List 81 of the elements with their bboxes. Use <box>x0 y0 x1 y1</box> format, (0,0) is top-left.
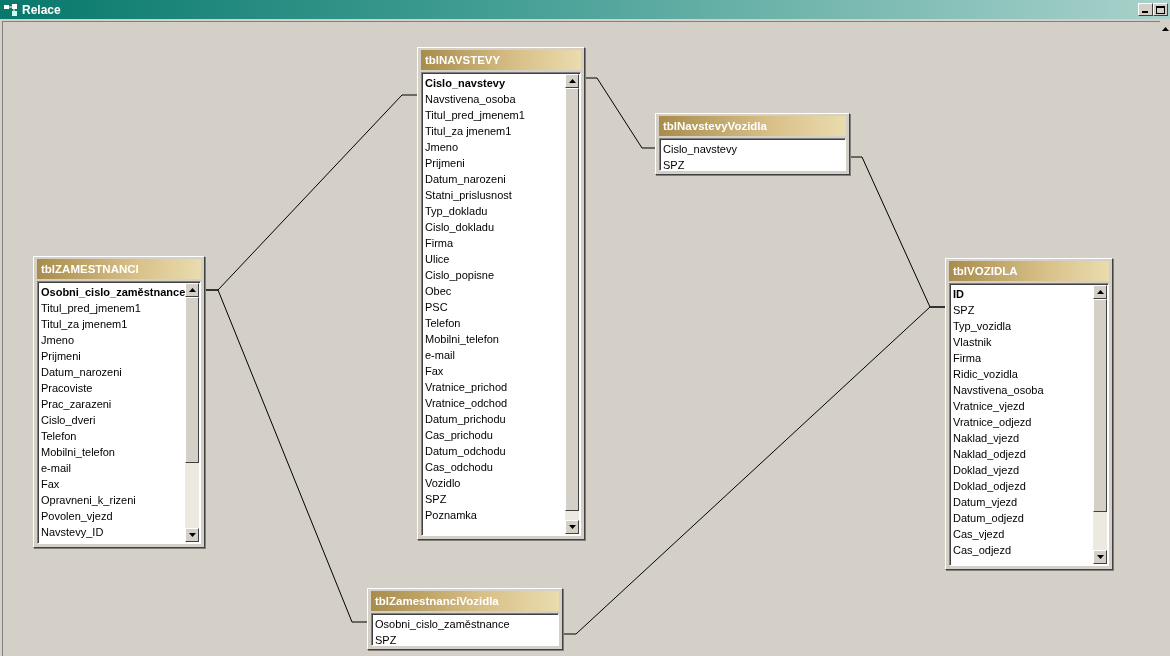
field-name[interactable]: Prijmeni <box>41 348 185 364</box>
scroll-up-icon[interactable] <box>185 283 199 297</box>
field-name[interactable]: Obec <box>425 283 565 299</box>
field-name[interactable]: Cas_prichodu <box>425 427 565 443</box>
field-name[interactable]: Cas_odchodu <box>425 459 565 475</box>
field-name[interactable]: Navstivena_osoba <box>953 382 1093 398</box>
field-name[interactable]: e-mail <box>41 460 185 476</box>
field-name[interactable]: SPZ <box>953 302 1093 318</box>
field-name[interactable]: Datum_narozeni <box>425 171 565 187</box>
scroll-down-icon[interactable] <box>185 528 199 542</box>
scroll-down-icon[interactable] <box>1093 550 1107 564</box>
field-name[interactable]: Jmeno <box>41 332 185 348</box>
field-name[interactable]: Povolen_vjezd <box>41 508 185 524</box>
field-name[interactable]: Vratnice_vjezd <box>953 398 1093 414</box>
field-name[interactable]: e-mail <box>425 347 565 363</box>
relationship-line[interactable] <box>584 77 656 149</box>
field-name[interactable]: Datum_odjezd <box>953 510 1093 526</box>
field-name[interactable]: Datum_prichodu <box>425 411 565 427</box>
field-name[interactable]: Titul_pred_jmenem1 <box>41 300 185 316</box>
key-field-name[interactable]: Cislo_navstevy <box>425 75 565 91</box>
field-name[interactable]: Opravneni_k_rizeni <box>41 492 185 508</box>
maximize-icon <box>1156 5 1165 14</box>
field-name[interactable]: Typ_dokladu <box>425 203 565 219</box>
field-name[interactable]: Datum_vjezd <box>953 494 1093 510</box>
scroll-down-icon[interactable] <box>565 520 579 534</box>
field-name[interactable]: Prac_zarazeni <box>41 396 185 412</box>
field-name[interactable]: Osobni_cislo_zaměstnance <box>375 616 558 632</box>
field-name[interactable]: Firma <box>425 235 565 251</box>
field-name[interactable]: Titul_za jmenem1 <box>41 316 185 332</box>
field-name[interactable]: Prijmeni <box>425 155 565 171</box>
scroll-up-icon[interactable] <box>1093 285 1107 299</box>
field-name[interactable]: Mobilni_telefon <box>425 331 565 347</box>
field-name[interactable]: Telefon <box>41 428 185 444</box>
field-name[interactable]: Statni_prislusnost <box>425 187 565 203</box>
relationships-icon <box>4 3 18 16</box>
scroll-thumb[interactable] <box>185 297 199 464</box>
field-name[interactable]: Vlastnik <box>953 334 1093 350</box>
field-name[interactable]: Cislo_popisne <box>425 267 565 283</box>
field-name[interactable]: Naklad_vjezd <box>953 430 1093 446</box>
scroll-up-icon[interactable] <box>565 74 579 88</box>
window-title: Relace <box>22 2 62 17</box>
scroll-thumb[interactable] <box>1093 299 1107 513</box>
field-name[interactable]: Vozidlo <box>425 475 565 491</box>
field-name[interactable]: Vratnice_prichod <box>425 379 565 395</box>
field-name[interactable]: SPZ <box>663 157 845 170</box>
field-name[interactable]: Doklad_vjezd <box>953 462 1093 478</box>
field-name[interactable]: Cislo_dokladu <box>425 219 565 235</box>
field-name[interactable]: Mobilni_telefon <box>41 444 185 460</box>
field-name[interactable]: Datum_odchodu <box>425 443 565 459</box>
field-name[interactable]: Ulice <box>425 251 565 267</box>
field-name[interactable]: Firma <box>953 350 1093 366</box>
field-name[interactable]: Vratnice_odchod <box>425 395 565 411</box>
field-name[interactable]: Cislo_navstevy <box>663 141 845 157</box>
field-name[interactable]: Titul_za jmenem1 <box>425 123 565 139</box>
field-name[interactable]: Telefon <box>425 315 565 331</box>
key-field-name[interactable]: Osobni_cislo_zaměstnance <box>41 284 185 300</box>
maximize-button[interactable] <box>1153 3 1168 16</box>
field-name[interactable]: Ridic_vozidla <box>953 366 1093 382</box>
field-name[interactable]: Cas_vjezd <box>953 526 1093 542</box>
field-name[interactable]: Vratnice_odjezd <box>953 414 1093 430</box>
scrollbar[interactable] <box>185 283 199 542</box>
field-name[interactable]: Fax <box>41 476 185 492</box>
field-name[interactable]: SPZ <box>425 491 565 507</box>
field-name[interactable]: Pracoviste <box>41 380 185 396</box>
key-field-name[interactable]: ID <box>953 286 1093 302</box>
field-name[interactable]: Fax <box>425 363 565 379</box>
field-name[interactable]: Doklad_odjezd <box>953 478 1093 494</box>
field-name[interactable]: Poznamka <box>425 507 565 523</box>
scrollbar[interactable] <box>1093 285 1107 564</box>
field-name[interactable]: PSC <box>425 299 565 315</box>
field-name[interactable]: Titul_pred_jmenem1 <box>425 107 565 123</box>
field-name[interactable]: SPZ <box>375 632 558 645</box>
field-name[interactable]: Navstevy_ID <box>41 524 185 540</box>
field-name[interactable]: Navstivena_osoba <box>425 91 565 107</box>
minimize-button[interactable] <box>1138 3 1153 16</box>
field-name[interactable]: Cislo_dveri <box>41 412 185 428</box>
field-name[interactable]: Typ_vozidla <box>953 318 1093 334</box>
field-name[interactable]: Datum_narozeni <box>41 364 185 380</box>
field-name[interactable]: Jmeno <box>425 139 565 155</box>
field-name[interactable]: Naklad_odjezd <box>953 446 1093 462</box>
field-name[interactable]: Cas_odjezd <box>953 542 1093 558</box>
